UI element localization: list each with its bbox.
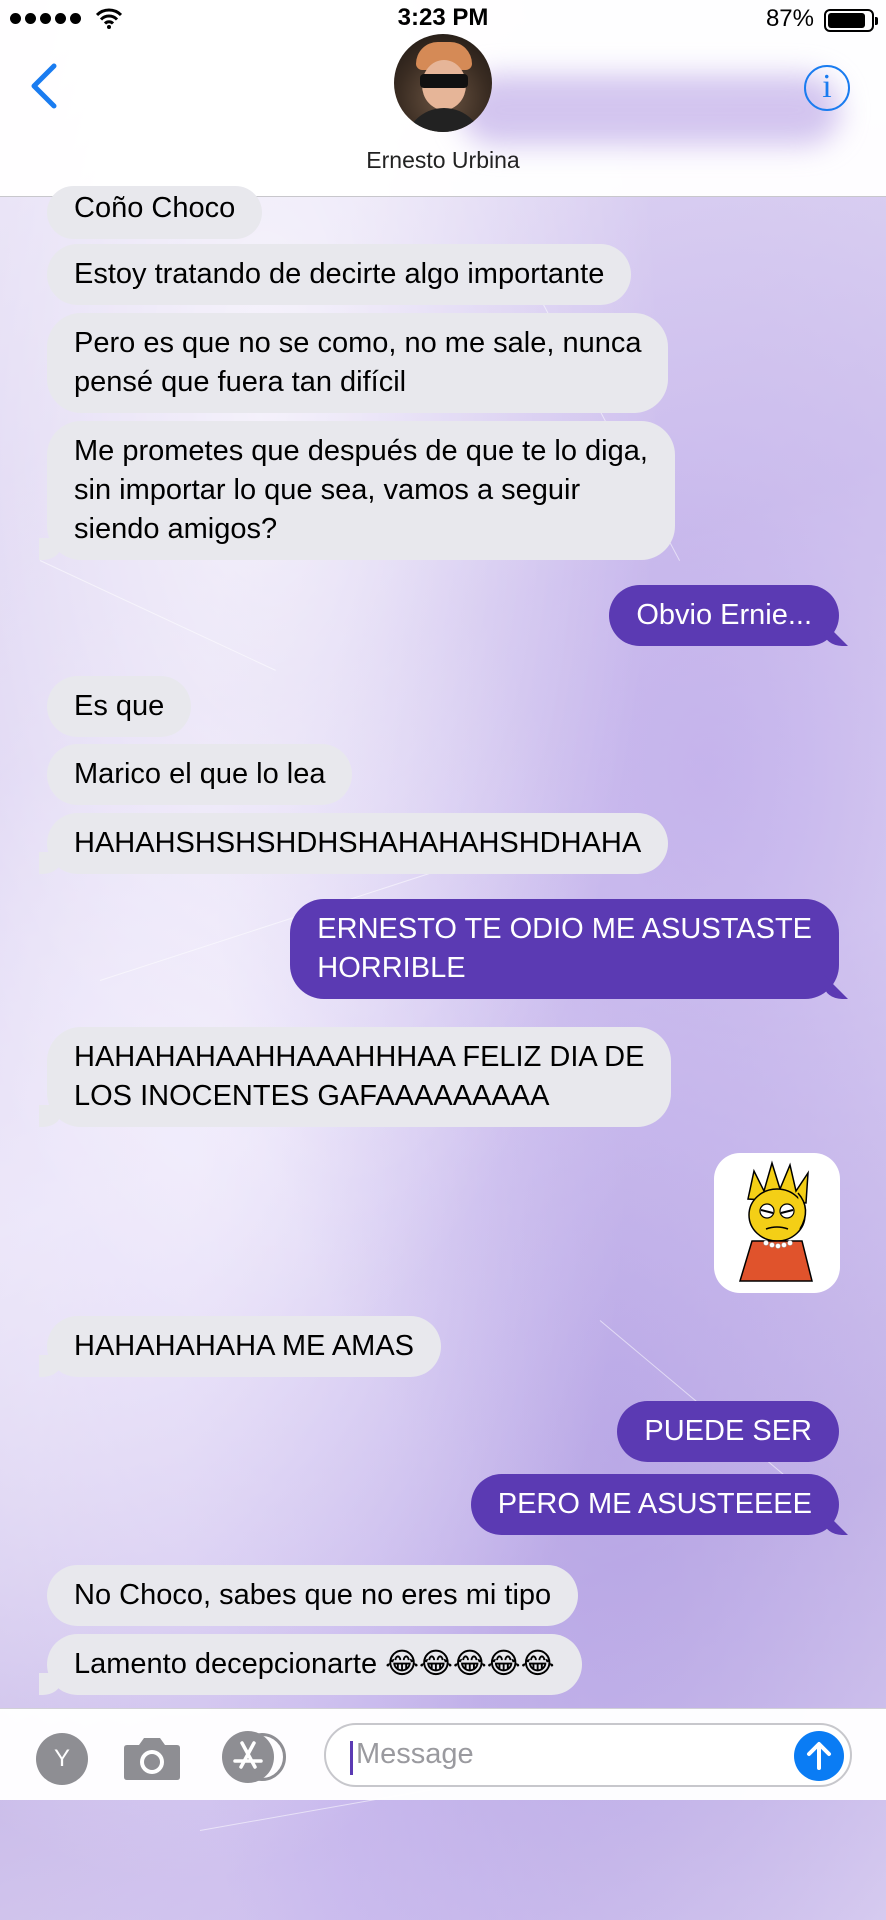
- sticker-message[interactable]: [714, 1153, 840, 1293]
- message-bubble-incoming[interactable]: HAHAHAHAHA ME AMAS: [38, 1316, 442, 1377]
- apps-icon[interactable]: Y: [36, 1733, 88, 1785]
- background-vein: [39, 560, 276, 671]
- send-button[interactable]: [794, 1731, 844, 1781]
- text-caret: [350, 1741, 353, 1775]
- battery-icon: [824, 9, 878, 32]
- message-bubble-incoming[interactable]: Marico el que lo lea: [47, 744, 353, 805]
- message-input-bar: Y Message: [0, 1708, 886, 1800]
- message-bubble-incoming[interactable]: Estoy tratando de decirte algo important…: [47, 244, 632, 305]
- info-icon[interactable]: i: [804, 65, 850, 111]
- message-bubble-outgoing[interactable]: PUEDE SER: [617, 1401, 839, 1462]
- lisa-simpson-sticker-icon: [738, 1160, 813, 1282]
- app-store-icon[interactable]: [222, 1731, 292, 1783]
- message-bubble-incoming[interactable]: Es que: [47, 676, 192, 737]
- send-arrow-icon: [807, 1742, 831, 1770]
- message-bubble-incoming[interactable]: Lamento decepcionarte 😂😂😂😂😂: [39, 1634, 582, 1695]
- contact-avatar[interactable]: [394, 34, 492, 132]
- message-bubble-outgoing[interactable]: Obvio Ernie...: [609, 585, 839, 646]
- message-bubble-outgoing[interactable]: ERNESTO TE ODIO ME ASUSTASTE HORRIBLE: [290, 899, 839, 999]
- camera-icon[interactable]: [123, 1735, 181, 1781]
- message-bubble-incoming[interactable]: HAHAHSHSHSHDHSHAHAHAHSHDHAHA: [38, 813, 669, 874]
- battery-percentage: 87%: [765, 5, 814, 32]
- contact-name[interactable]: Ernesto Urbina: [0, 147, 886, 174]
- message-bubble-incoming[interactable]: HAHAHAHAAHHAAAHHHAA FELIZ DIA DE LOS INOC…: [38, 1027, 672, 1127]
- status-time: 3:23 PM: [397, 4, 489, 31]
- message-bubble-incoming[interactable]: Pero es que no se como, no me sale, nunc…: [47, 313, 669, 413]
- message-placeholder: Message: [356, 1738, 474, 1770]
- redacted-area: [460, 75, 840, 145]
- status-bar: 3:23 PM 87%: [0, 0, 886, 40]
- message-bubble-outgoing[interactable]: PERO ME ASUSTEEEE: [470, 1474, 839, 1535]
- message-bubble-incoming[interactable]: Me prometes que después de que te lo dig…: [39, 421, 675, 560]
- message-bubble-incoming[interactable]: No Choco, sabes que no eres mi tipo: [47, 1565, 579, 1626]
- message-bubble-incoming[interactable]: Coño Choco: [47, 186, 263, 239]
- back-chevron-icon[interactable]: [26, 60, 66, 112]
- message-input[interactable]: Message: [324, 1723, 852, 1787]
